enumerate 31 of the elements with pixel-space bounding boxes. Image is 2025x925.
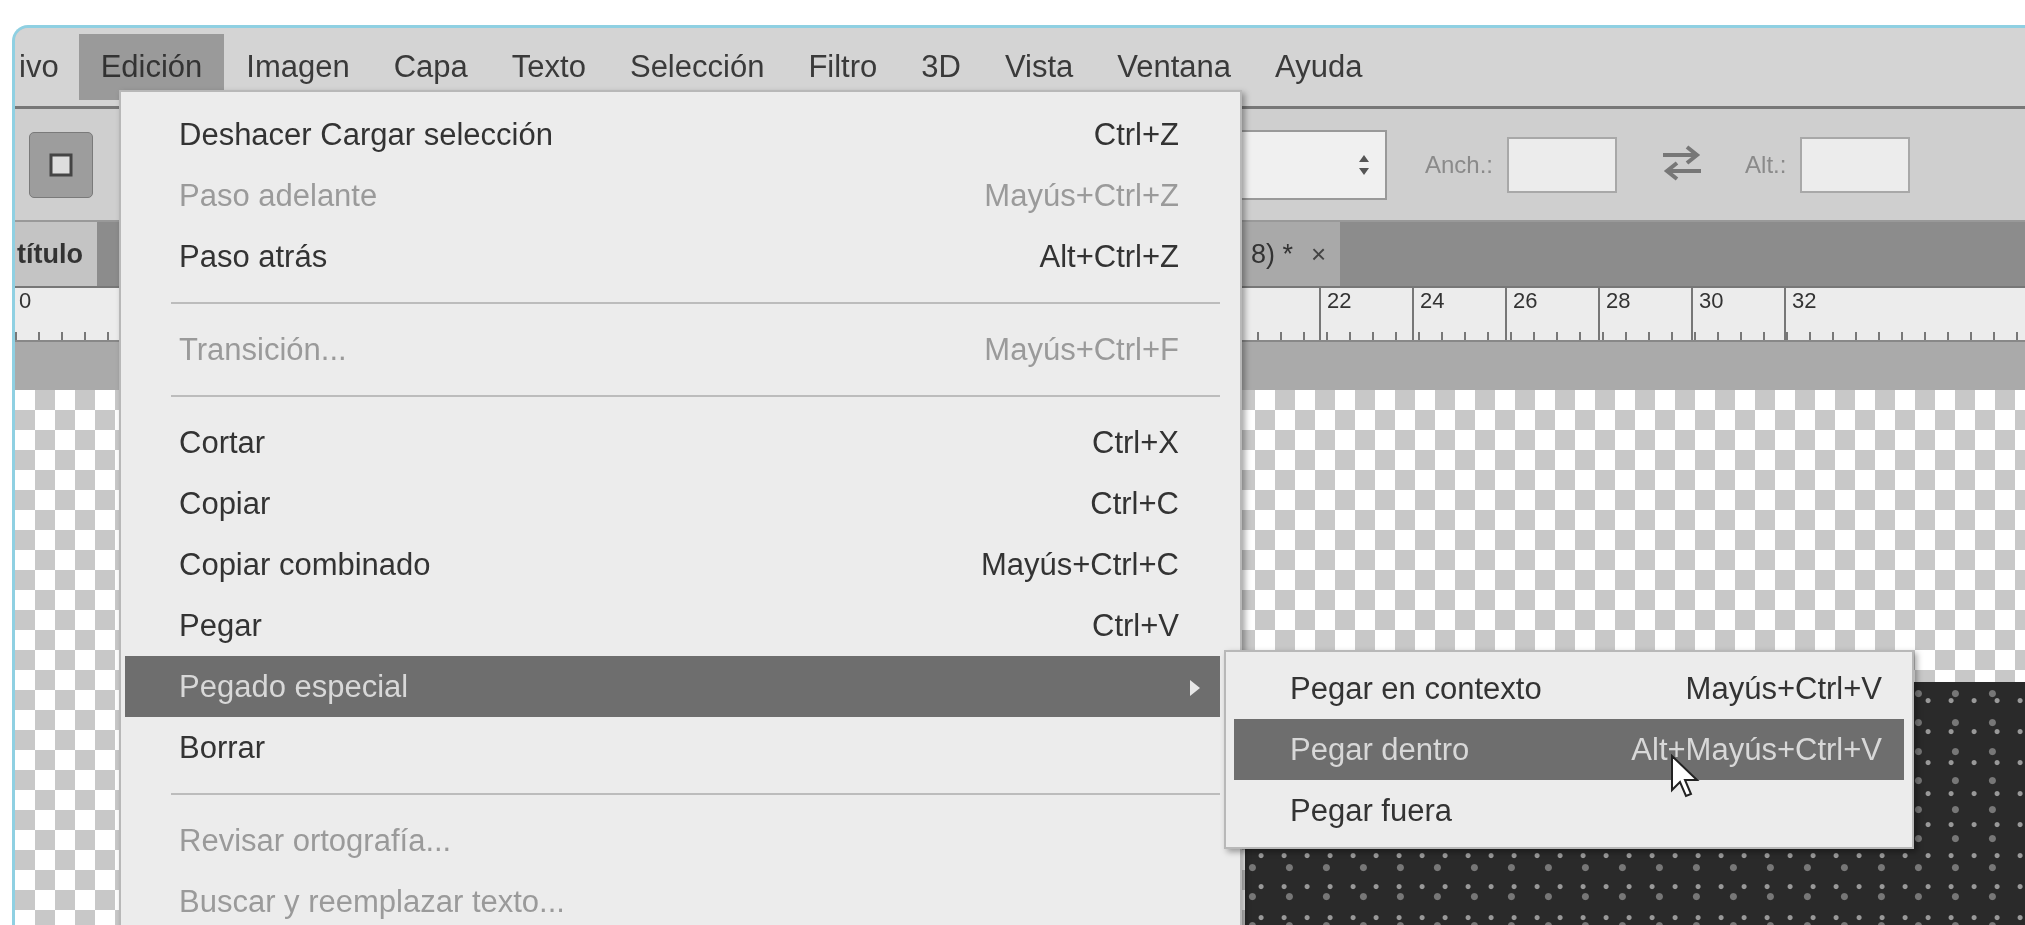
menu-bar-item[interactable]: Ayuda bbox=[1253, 34, 1385, 100]
tool-button[interactable] bbox=[29, 131, 93, 198]
menu-bar-item[interactable]: ivo bbox=[15, 34, 79, 100]
ruler-label: 0 bbox=[18, 288, 33, 315]
width-label: Anch.: bbox=[1425, 150, 1494, 179]
menu-item[interactable]: Borrar bbox=[125, 717, 1220, 778]
ruler-label: 22 bbox=[1319, 288, 1412, 340]
ruler-label: 28 bbox=[1598, 288, 1691, 340]
width-field[interactable] bbox=[1507, 136, 1618, 193]
menu-item[interactable]: Pegar Ctrl+V bbox=[125, 595, 1220, 656]
submenu-item[interactable]: Pegar fuera bbox=[1234, 780, 1904, 841]
tab-title: título bbox=[17, 238, 83, 270]
height-field[interactable] bbox=[1800, 136, 1911, 193]
menu-item[interactable]: Deshacer Cargar selección Ctrl+Z bbox=[125, 104, 1220, 165]
rectangle-icon bbox=[48, 151, 74, 178]
tab-title: 8) * bbox=[1251, 238, 1293, 270]
ruler-label: 26 bbox=[1505, 288, 1598, 340]
menu-item[interactable]: Cortar Ctrl+X bbox=[125, 412, 1220, 473]
menu-item[interactable]: Copiar combinado Mayús+Ctrl+C bbox=[125, 534, 1220, 595]
submenu-arrow-icon bbox=[1189, 678, 1201, 697]
ruler-label: 32 bbox=[1784, 288, 1877, 340]
ruler-label: 30 bbox=[1691, 288, 1784, 340]
close-button[interactable]: × bbox=[1311, 238, 1327, 270]
submenu-item[interactable]: Pegar en contexto Mayús+Ctrl+V bbox=[1234, 658, 1904, 719]
menu-item[interactable]: Copiar Ctrl+C bbox=[125, 473, 1220, 534]
menu-item[interactable]: Pegado especial bbox=[125, 656, 1220, 717]
height-label: Alt.: bbox=[1745, 150, 1787, 179]
menu-item[interactable]: Paso atrás Alt+Ctrl+Z bbox=[125, 226, 1220, 287]
document-tab[interactable]: título bbox=[15, 222, 97, 286]
submenu-item[interactable]: Pegar dentro Alt+Mayús+Ctrl+V bbox=[1234, 719, 1904, 780]
ruler-label: 24 bbox=[1412, 288, 1505, 340]
